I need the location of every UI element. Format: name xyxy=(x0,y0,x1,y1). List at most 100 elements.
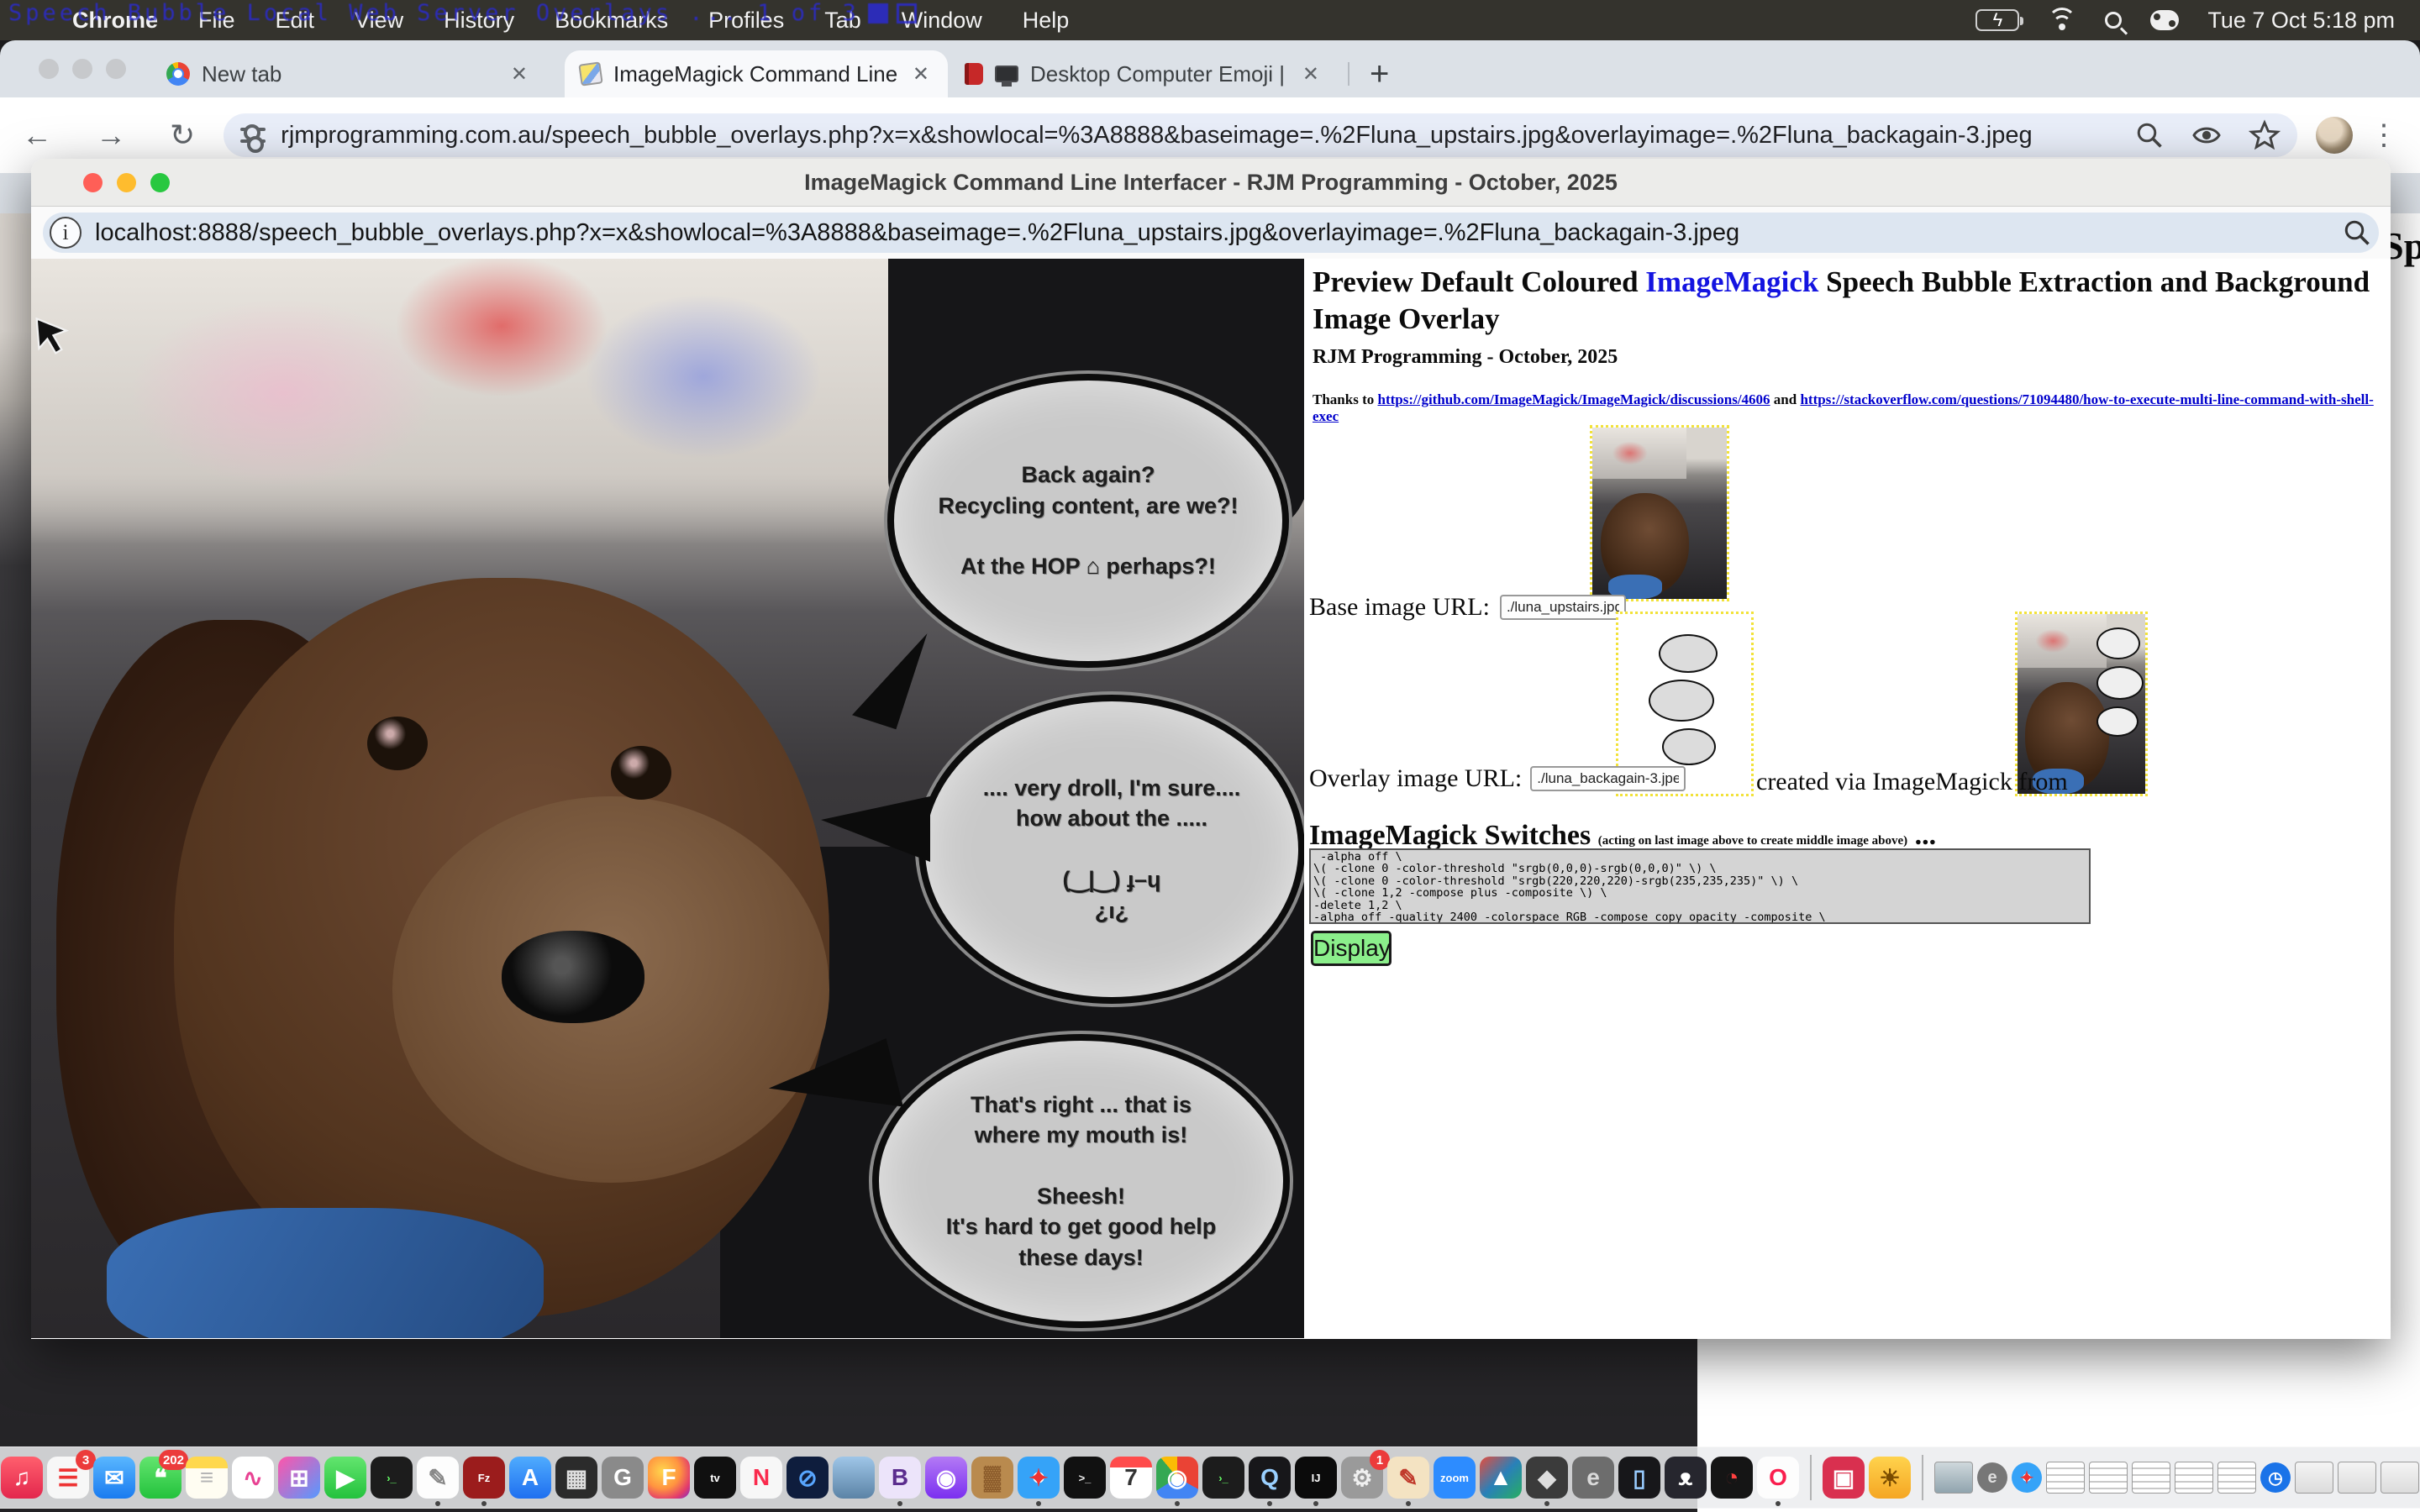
wave-app-icon[interactable]: ∿ xyxy=(232,1457,274,1499)
wifi-icon[interactable] xyxy=(2048,9,2076,31)
window-minimize-button[interactable] xyxy=(72,59,92,79)
min-window-text-1-icon[interactable] xyxy=(2046,1462,2085,1494)
apple-tv-icon[interactable]: tv xyxy=(694,1457,736,1499)
tab-imagemagick-active[interactable]: ImageMagick Command Line ✕ xyxy=(565,50,948,97)
exec-terminal-2-icon[interactable]: ›_ xyxy=(1202,1457,1244,1499)
bookmark-star-icon[interactable] xyxy=(2249,119,2281,151)
photos-window-app-icon[interactable] xyxy=(833,1457,875,1499)
menu-bar-clock[interactable]: Tue 7 Oct 5:18 pm xyxy=(2207,8,2395,34)
photos-red-app-icon[interactable]: ▣ xyxy=(1823,1457,1865,1499)
site-settings-tune-icon[interactable] xyxy=(240,124,266,146)
min-window-chrome-3-icon[interactable] xyxy=(2381,1462,2419,1494)
tab-desktop-emoji[interactable]: Desktop Computer Emoji | ✕ xyxy=(950,50,1338,97)
textedit-icon[interactable]: ✎ xyxy=(417,1457,459,1499)
mouse-cursor xyxy=(34,318,71,358)
music-icon[interactable]: ♫ xyxy=(1,1457,43,1499)
iphone-mirroring-icon[interactable]: ▯ xyxy=(1618,1457,1660,1499)
popup-zoom-button[interactable] xyxy=(150,173,170,192)
terminal-icon[interactable]: >_ xyxy=(1064,1457,1106,1499)
tab-close-icon[interactable]: ✕ xyxy=(508,62,531,87)
zoom-icon[interactable]: zoom xyxy=(1434,1457,1476,1499)
min-window-text-3-icon[interactable] xyxy=(2132,1462,2170,1494)
panda-app-icon[interactable]: ᴥ xyxy=(1665,1457,1707,1499)
annotation-text: Speech Bubble Local Web Server Overlays … xyxy=(8,0,860,26)
info-icon[interactable]: i xyxy=(50,217,82,249)
base-image-url-label: Base image URL: xyxy=(1309,593,1490,622)
forward-button[interactable]: → xyxy=(74,118,148,153)
github-discussion-link[interactable]: https://github.com/ImageMagick/ImageMagi… xyxy=(1377,391,1770,407)
tab-close-icon[interactable]: ✕ xyxy=(1299,62,1323,87)
base-image-url-input[interactable] xyxy=(1500,595,1626,620)
spotlight-search-icon[interactable] xyxy=(2105,12,2122,29)
opera-icon[interactable]: O xyxy=(1757,1457,1799,1499)
min-window-chrome-1-icon[interactable] xyxy=(2295,1462,2333,1494)
gear-app-icon[interactable]: ⚙1 xyxy=(1341,1457,1383,1499)
browser-menu-icon[interactable]: ⋮ xyxy=(2370,118,2398,152)
popup-close-button[interactable] xyxy=(83,173,103,192)
quicktime-icon[interactable]: Q xyxy=(1249,1457,1291,1499)
base-image-thumbnail xyxy=(1590,425,1729,601)
profile-avatar[interactable] xyxy=(2316,117,2353,154)
tan-app-icon[interactable]: ▓ xyxy=(971,1457,1013,1499)
url-text[interactable]: rjmprogramming.com.au/speech_bubble_over… xyxy=(281,122,2109,150)
min-mamp-icon[interactable]: e xyxy=(1977,1462,2007,1493)
launchpad-icon[interactable]: ⊞ xyxy=(278,1457,320,1499)
preview-eye-icon[interactable] xyxy=(2190,120,2223,150)
min-window-text-5-icon[interactable] xyxy=(2217,1462,2256,1494)
tab-close-icon[interactable]: ✕ xyxy=(909,62,933,87)
back-button[interactable]: ← xyxy=(0,118,74,153)
intellij-icon[interactable]: IJ xyxy=(1295,1457,1337,1499)
min-safari-icon[interactable]: ✦ xyxy=(2012,1462,2042,1493)
notes-icon[interactable]: ≡ xyxy=(186,1457,228,1499)
facetime-icon[interactable]: ▶ xyxy=(324,1457,366,1499)
popup-minimize-button[interactable] xyxy=(117,173,136,192)
speedometer-app-icon[interactable]: ◔ xyxy=(1711,1457,1753,1499)
calendar-icon[interactable]: 7 xyxy=(1110,1457,1152,1499)
app-store-icon[interactable]: A xyxy=(509,1457,551,1499)
overlay-image-url-input[interactable] xyxy=(1530,766,1686,791)
chrome-icon[interactable]: ◉ xyxy=(1156,1457,1198,1499)
messages-icon[interactable]: ❝202 xyxy=(139,1457,182,1499)
mamp-icon[interactable]: e xyxy=(1572,1457,1614,1499)
paint-app-icon[interactable]: ✎ xyxy=(1387,1457,1429,1499)
min-window-text-2-icon[interactable] xyxy=(2089,1462,2128,1494)
prism-app-icon[interactable]: ▲ xyxy=(1480,1457,1522,1499)
popup-byline: RJM Programming - October, 2025 xyxy=(1313,346,1618,369)
imagemagick-link[interactable]: ImageMagick xyxy=(1645,265,1818,298)
new-tab-button[interactable]: + xyxy=(1370,55,1389,93)
display-button[interactable]: Display xyxy=(1311,931,1392,966)
popup-url-text[interactable]: localhost:8888/speech_bubble_overlays.ph… xyxy=(95,219,2342,247)
car-window-light xyxy=(31,259,972,544)
window-zoom-button[interactable] xyxy=(106,59,126,79)
lightbulb-app-icon[interactable]: ☀ xyxy=(1869,1457,1911,1499)
news-icon[interactable]: N xyxy=(740,1457,782,1499)
overlay-image-url-label: Overlay image URL: xyxy=(1309,764,1522,793)
popup-search-icon[interactable] xyxy=(2342,218,2372,248)
min-clock-icon[interactable]: ◷ xyxy=(2260,1462,2291,1493)
exec-terminal-icon[interactable]: ›_ xyxy=(371,1457,413,1499)
podcasts-icon[interactable]: ◉ xyxy=(925,1457,967,1499)
popup-address-bar[interactable]: i localhost:8888/speech_bubble_overlays.… xyxy=(43,213,2379,253)
reload-button[interactable]: ↻ xyxy=(148,118,217,153)
window-close-button[interactable] xyxy=(39,59,59,79)
min-window-photo-icon[interactable] xyxy=(1934,1462,1973,1494)
mail-icon[interactable]: ✉ xyxy=(93,1457,135,1499)
tab-new-tab[interactable]: New tab ✕ xyxy=(151,50,546,97)
filezilla-icon[interactable]: Fz xyxy=(463,1457,505,1499)
control-center-icon[interactable] xyxy=(2150,10,2179,30)
bbedit-icon[interactable]: B xyxy=(879,1457,921,1499)
min-window-text-4-icon[interactable] xyxy=(2175,1462,2213,1494)
keypad-app-icon[interactable]: ▦ xyxy=(555,1457,597,1499)
zoom-magnifier-icon[interactable] xyxy=(2134,120,2165,150)
popup-title-bar[interactable]: ImageMagick Command Line Interfacer - RJ… xyxy=(31,159,2391,207)
imagemagick-switches-textarea[interactable]: -alpha off \ \( -clone 0 -color-threshol… xyxy=(1309,848,2091,924)
menu-item-help[interactable]: Help xyxy=(1002,8,1090,33)
min-window-chrome-2-icon[interactable] xyxy=(2338,1462,2376,1494)
address-bar[interactable]: rjmprogramming.com.au/speech_bubble_over… xyxy=(224,113,2297,157)
inkscape-icon[interactable]: ◆ xyxy=(1526,1457,1568,1499)
blocked-app-icon[interactable]: ⊘ xyxy=(786,1457,829,1499)
reminders-icon[interactable]: ☰3 xyxy=(47,1457,89,1499)
firefox-icon[interactable]: F xyxy=(648,1457,690,1499)
safari-icon[interactable]: ✦ xyxy=(1018,1457,1060,1499)
gimp-icon[interactable]: G xyxy=(602,1457,644,1499)
